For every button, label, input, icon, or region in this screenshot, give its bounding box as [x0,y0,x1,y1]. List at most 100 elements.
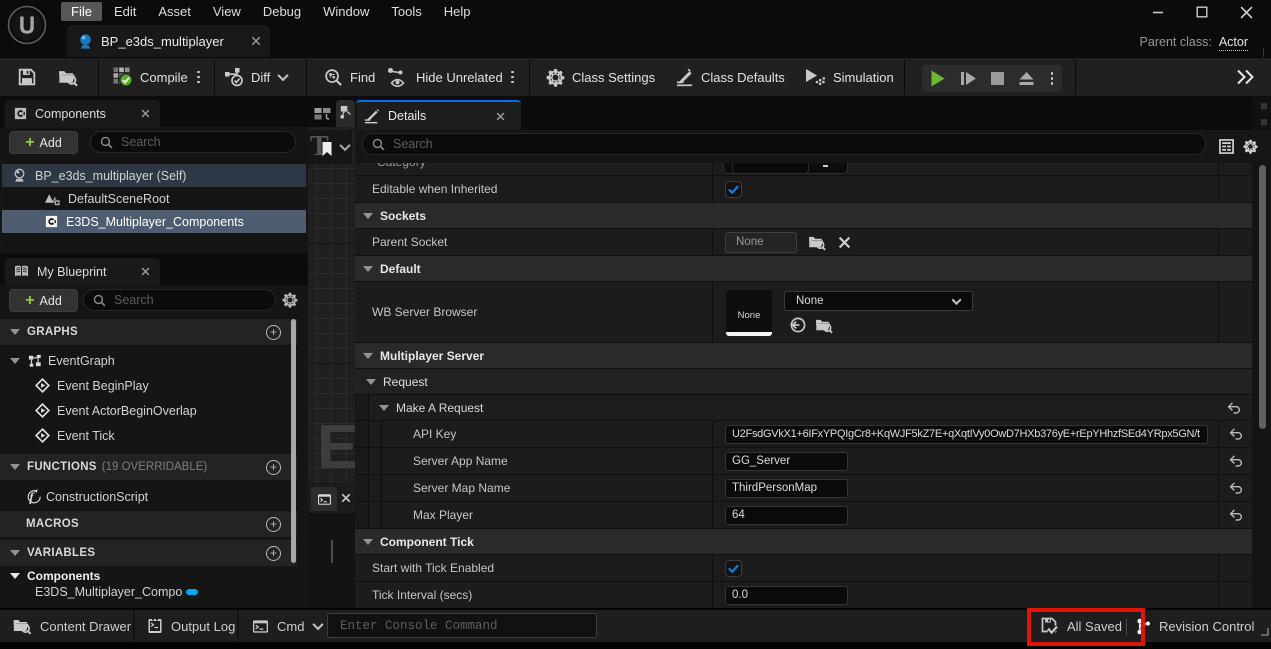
details-scrollbar-track[interactable] [1252,163,1271,608]
components-tab[interactable]: Components [5,100,160,127]
minimize-button[interactable] [1147,1,1169,23]
console-command-input[interactable] [328,619,596,633]
class-settings-button[interactable]: Class Settings [546,58,655,96]
menu-window[interactable]: Window [313,2,379,21]
hide-unrelated-options-button[interactable] [508,58,517,96]
eventgraph-row[interactable]: EventGraph [0,348,297,373]
collapse-arrow-icon[interactable] [10,573,20,579]
asset-tab[interactable]: BP_e3ds_multiplayer [67,25,270,57]
event-tick-row[interactable]: Event Tick [0,423,297,448]
content-drawer-button[interactable]: Content Drawer [12,610,131,642]
stop-button[interactable] [990,71,1005,86]
tree-row-scene-root[interactable]: DefaultSceneRoot [2,187,306,210]
menu-tools[interactable]: Tools [381,2,431,21]
my-blueprint-scrollbar[interactable] [291,319,296,563]
menu-help[interactable]: Help [434,2,481,21]
my-blueprint-tab[interactable]: My Blueprint [5,258,160,285]
components-tab-close-icon[interactable] [141,109,150,118]
add-blueprint-item-button[interactable]: + Add [9,289,78,312]
component-tick-section-header[interactable]: Component Tick [355,529,1252,555]
simulation-button[interactable]: Simulation [804,58,894,96]
collapse-arrow-icon[interactable] [10,464,20,470]
reset-to-default-icon[interactable] [1229,508,1243,522]
hide-unrelated-button[interactable]: Hide Unrelated [387,58,503,96]
asset-tab-close-icon[interactable] [251,36,261,46]
browse-socket-icon[interactable] [807,234,827,251]
default-section-header[interactable]: Default [355,256,1252,282]
add-component-button[interactable]: + Add [9,131,78,154]
menu-debug[interactable]: Debug [253,2,311,21]
server-map-name-input[interactable] [725,479,848,498]
details-tab-close-icon[interactable] [496,112,505,121]
eject-button[interactable] [1017,70,1036,87]
browse-asset-button[interactable] [57,58,79,96]
collapse-arrow-icon[interactable] [10,550,20,556]
variables-components-category[interactable]: Components [0,568,297,584]
reset-to-default-icon[interactable] [1229,454,1243,468]
graphs-section-header[interactable]: GRAPHS + [0,319,297,345]
my-blueprint-search[interactable] [83,289,276,311]
my-blueprint-search-input[interactable] [114,293,275,307]
variable-row[interactable]: E3DS_Multiplayer_Compo [0,584,297,600]
multiplayer-server-section-header[interactable]: Multiplayer Server [355,343,1252,369]
add-function-button[interactable]: + [266,460,281,475]
server-app-name-input[interactable] [725,452,848,471]
request-section-header[interactable]: Request [355,369,1252,395]
display-options-icon[interactable] [1219,139,1234,154]
frame-skip-button[interactable] [959,70,978,87]
menu-edit[interactable]: Edit [104,2,146,21]
tree-row-self[interactable]: BP_e3ds_multiplayer (Self) [2,164,306,187]
browse-asset-icon[interactable] [814,317,834,334]
menu-asset[interactable]: Asset [148,2,201,21]
parent-class-link[interactable]: Actor [1219,35,1248,51]
collapse-arrow-icon[interactable] [10,329,20,335]
make-a-request-header[interactable]: Make A Request [355,395,1252,421]
revision-control-button[interactable]: Revision Control [1136,610,1269,642]
start-with-tick-enabled-checkbox[interactable] [725,560,742,577]
add-macro-button[interactable]: + [266,517,281,532]
event-actorbeginoverlap-row[interactable]: Event ActorBeginOverlap [0,398,297,423]
menu-file[interactable]: File [61,2,102,21]
chevron-down-icon[interactable] [339,140,350,151]
blueprint-search-settings-gear-icon[interactable] [282,292,298,308]
save-button[interactable] [18,58,36,96]
details-search-input[interactable] [393,137,1205,151]
reset-to-default-icon[interactable] [1229,427,1243,441]
find-button[interactable]: Find [324,58,375,96]
sockets-section-header[interactable]: Sockets [355,203,1252,229]
macros-section-header[interactable]: MACROS + [0,511,297,537]
components-search-input[interactable] [121,135,295,149]
reset-to-default-icon[interactable] [1227,401,1241,415]
menu-view[interactable]: View [203,2,251,21]
compile-button[interactable]: Compile [113,58,188,96]
details-settings-gear-icon[interactable] [1243,139,1258,154]
components-search[interactable] [90,131,296,153]
toolbar-overflow-button[interactable] [1235,58,1257,96]
compiler-results-scrollbar[interactable] [331,540,333,563]
max-player-input[interactable] [725,506,848,525]
reset-to-default-icon[interactable] [1229,481,1243,495]
use-selected-asset-icon[interactable] [790,317,806,333]
event-beginplay-row[interactable]: Event BeginPlay [0,373,297,398]
details-scrollbar-thumb[interactable] [1259,165,1266,429]
unreal-engine-logo[interactable] [7,5,47,45]
play-options-button[interactable] [1048,72,1057,85]
my-blueprint-tab-close-icon[interactable] [141,267,150,276]
collapse-arrow-icon[interactable] [10,358,20,364]
functions-section-header[interactable]: FUNCTIONS (19 OVERRIDABLE) + [0,454,297,480]
wb-asset-dropdown[interactable]: None [784,291,973,311]
parent-socket-field[interactable]: None [725,232,797,253]
construction-script-row[interactable]: ConstructionScript [0,484,297,509]
cmd-dropdown[interactable]: Cmd [252,610,322,642]
diff-button[interactable]: Diff [224,58,287,96]
maximize-button[interactable] [1191,1,1213,23]
panel-layout-icon[interactable] [313,105,332,121]
clear-socket-icon[interactable] [838,236,851,249]
details-tab[interactable]: Details [356,100,521,130]
editable-when-inherited-checkbox[interactable] [725,181,742,198]
class-defaults-button[interactable]: Class Defaults [675,58,785,96]
add-variable-button[interactable]: + [266,546,281,561]
add-graph-button[interactable]: + [266,325,281,340]
console-command-field[interactable] [327,613,597,638]
close-window-button[interactable] [1235,1,1257,23]
